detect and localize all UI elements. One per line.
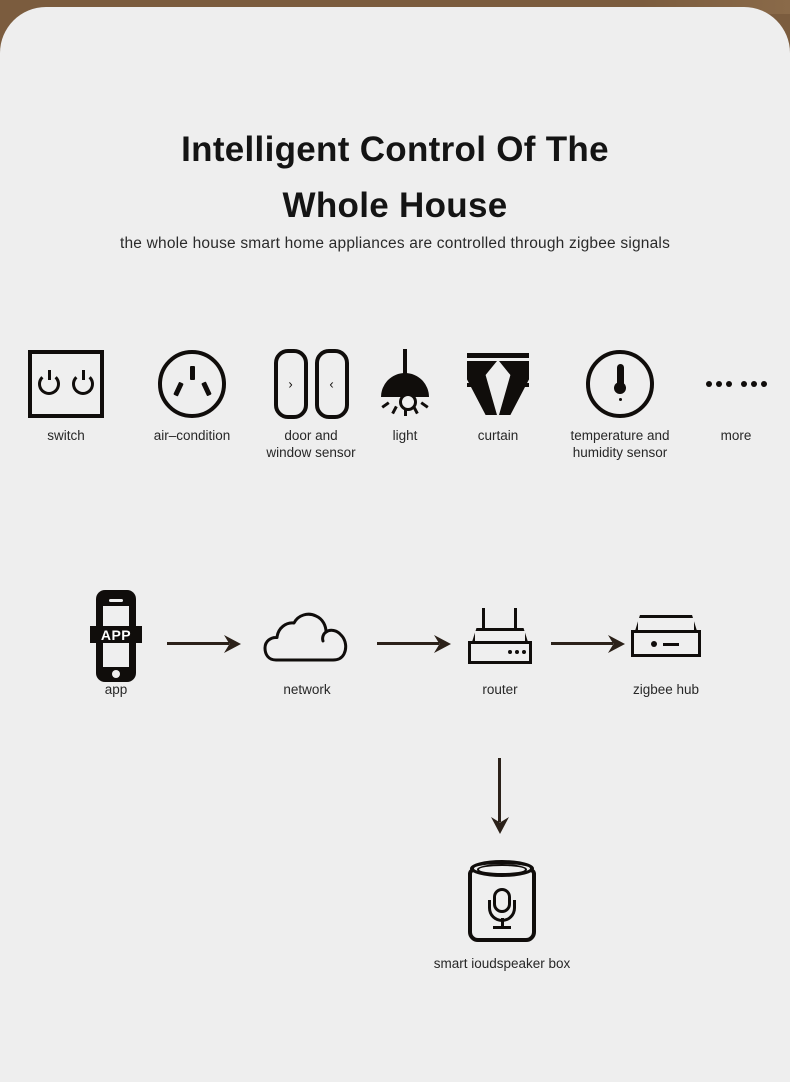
- dot-group-left: [705, 381, 732, 387]
- device-label: door and window sensor: [266, 428, 356, 460]
- more-dots-icon: [697, 345, 775, 423]
- phone-home-button: [112, 670, 120, 678]
- socket-prong-right: [200, 381, 211, 397]
- flow-node-label: zigbee hub: [632, 682, 700, 697]
- light-ray: [391, 405, 398, 415]
- arrow-router-to-hub: [551, 635, 625, 653]
- phone-icon: APP: [66, 590, 166, 682]
- curtain-drape-left: [467, 361, 497, 415]
- speaker-lid-inner: [477, 864, 527, 875]
- device-label: curtain: [477, 428, 519, 443]
- device-item-air-condition[interactable]: air–condition: [139, 345, 245, 444]
- arrow-network-to-router: [377, 635, 451, 653]
- hub-led-dash: [663, 643, 679, 646]
- hub-top: [635, 615, 697, 631]
- router-icon: [452, 590, 548, 682]
- device-label: temperature and humidity sensor: [570, 428, 670, 460]
- light-ray: [420, 401, 429, 409]
- phone-screen-bottom: [103, 642, 129, 667]
- flow-node-label: smart ioudspeaker box: [433, 956, 571, 971]
- phone-app-band: APP: [90, 626, 142, 643]
- phone-earpiece: [109, 599, 123, 602]
- power-symbol-right: [72, 370, 94, 395]
- device-label: switch: [47, 428, 85, 443]
- microphone-base: [493, 926, 511, 929]
- curtain-tie-right: [519, 383, 529, 387]
- sensor-pill-left: ›: [273, 349, 308, 419]
- light-ray: [412, 405, 419, 415]
- light-ray: [381, 401, 390, 409]
- thermometer-icon: [551, 345, 689, 423]
- arrow-hub-to-speaker: [491, 758, 509, 834]
- page-title-line-1: Intelligent Control Of The: [181, 130, 609, 169]
- smart-speaker-icon: [402, 860, 602, 942]
- phone-app-label: APP: [100, 626, 132, 643]
- page-subtitle: the whole house smart home appliances ar…: [119, 235, 671, 252]
- flow-node-label: network: [283, 682, 331, 697]
- device-icon-row: switch air–condition › ‹ door and window…: [0, 345, 790, 480]
- system-flow-diagram: APP app network router zigbee hub: [0, 590, 790, 750]
- flow-node-router[interactable]: router: [452, 590, 548, 697]
- device-item-temperature-humidity-sensor[interactable]: temperature and humidity sensor: [551, 345, 689, 461]
- flow-node-label: router: [482, 682, 518, 697]
- device-label: light: [392, 428, 418, 443]
- curtain-rod: [467, 353, 529, 358]
- page-root: Intelligent Control Of The Whole House t…: [0, 0, 790, 1082]
- flow-node-app[interactable]: APP app: [66, 590, 166, 697]
- curtain-tie-left: [467, 383, 477, 387]
- flow-node-label: app: [104, 682, 128, 697]
- phone-screen-top: [103, 606, 129, 626]
- sensor-pill-right: ‹: [314, 349, 349, 419]
- hub-led-dot: [651, 641, 657, 647]
- power-socket-icon: [139, 345, 245, 423]
- cloud-icon: [252, 590, 362, 682]
- device-item-door-window-sensor[interactable]: › ‹ door and window sensor: [252, 345, 370, 461]
- socket-prong-top: [189, 366, 195, 380]
- curtain-drape-right: [499, 361, 529, 415]
- curtain-icon: [455, 345, 541, 423]
- router-status-dots: [508, 650, 526, 654]
- dot-group-right: [740, 381, 767, 387]
- flow-node-zigbee-hub[interactable]: zigbee hub: [616, 590, 716, 697]
- thermometer-bulb: [614, 382, 626, 394]
- device-label: more: [720, 428, 752, 443]
- page-title-line-2: Whole House: [282, 186, 508, 225]
- light-cord: [403, 349, 407, 375]
- socket-prong-left: [173, 381, 184, 397]
- router-antenna-left: [482, 608, 485, 630]
- power-symbol-left: [38, 370, 60, 395]
- arrow-app-to-network: [167, 635, 241, 653]
- light-ray: [403, 408, 407, 416]
- device-item-switch[interactable]: switch: [16, 345, 116, 444]
- flow-node-network[interactable]: network: [252, 590, 362, 697]
- flow-node-smart-speaker[interactable]: smart ioudspeaker box: [402, 860, 602, 971]
- device-item-curtain[interactable]: curtain: [455, 345, 541, 444]
- device-item-light[interactable]: light: [368, 345, 442, 444]
- device-item-more[interactable]: more: [697, 345, 775, 444]
- page-title: Intelligent Control Of The Whole House: [0, 122, 790, 234]
- pendant-light-icon: [368, 345, 442, 423]
- zigbee-hub-icon: [616, 590, 716, 682]
- switch-icon: [16, 345, 116, 423]
- door-window-sensor-icon: › ‹: [252, 345, 370, 423]
- device-label: air–condition: [153, 428, 231, 443]
- thermometer-dot: [618, 398, 622, 401]
- router-top: [472, 628, 528, 642]
- router-antenna-right: [514, 608, 517, 630]
